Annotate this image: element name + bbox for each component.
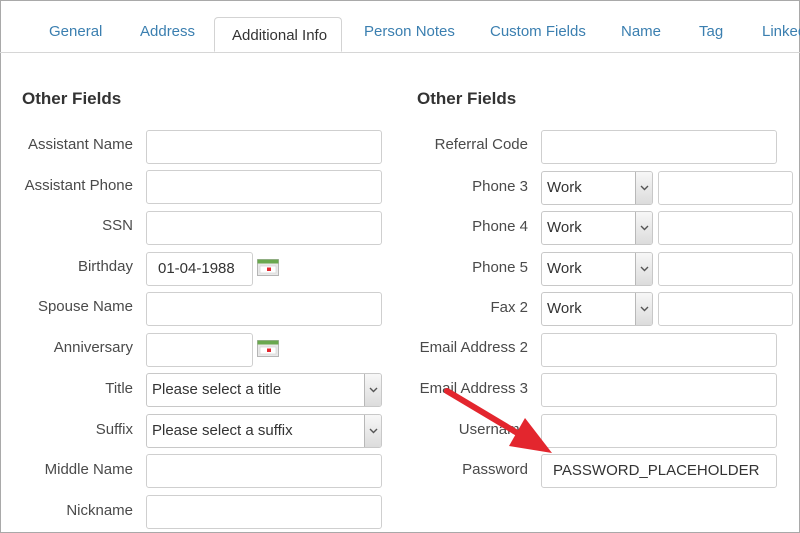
annotation-arrow-icon (444, 388, 552, 453)
